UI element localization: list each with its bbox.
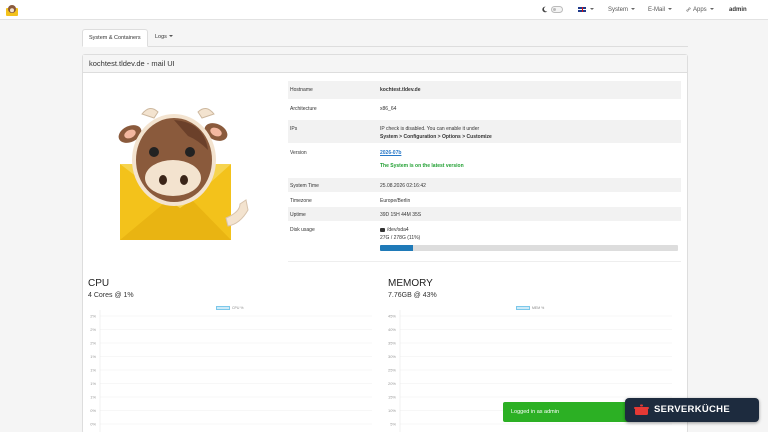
hostname-value: kochtest.tldev.de [380,87,421,93]
panel-title: kochtest.tldev.de - mail UI [83,55,687,73]
toast-message: Logged in as admin [511,409,560,415]
chevron-down-icon [631,8,636,10]
info-row-uptime: Uptime 39D 15H 44M 35S [288,207,681,222]
cooking-pot-icon [634,404,649,415]
y-tick-label: 2% [90,314,96,319]
ips-label: IPs [290,126,298,132]
info-row-hostname: Hostname kochtest.tldev.de [288,81,681,100]
chevron-down-icon [168,35,173,37]
hard-drive-icon [380,227,385,232]
nav-system-label: System [608,7,629,13]
architecture-label: Architecture [290,106,317,112]
tab-logs[interactable]: Logs [150,29,178,47]
y-tick-label: 40% [388,327,396,332]
info-row-disk-usage: Disk usage /dev/sda4 27G / 278G (11%) [288,222,681,262]
cpu-subtitle: 4 Cores @ 1% [88,292,134,299]
chevron-down-icon [668,8,673,10]
cpu-chart: 2% 2% 2% 1% 1% 1% 1% 0% 0% [90,310,372,432]
tab-label: System & Containers [89,35,141,41]
nav-user-label: admin [729,7,747,13]
mailcow-logo-icon[interactable] [5,3,19,17]
y-tick-label: 35% [388,341,396,346]
disk-usage-progress-bar [380,245,413,251]
y-tick-label: 0% [90,408,96,413]
info-row-system-time: System Time 25.08.2026 02:16:42 [288,178,681,193]
y-tick-label: 1% [90,395,96,400]
tab-system-containers[interactable]: System & Containers [82,29,148,47]
disk-usage-value: 27G / 278G (11%) [380,235,421,241]
hostname-label: Hostname [290,87,313,93]
moon-icon [542,6,548,13]
timezone-label: Timezone [290,198,312,204]
chevron-down-icon [709,8,714,10]
y-tick-label: 2% [90,341,96,346]
y-tick-label: 1% [90,368,96,373]
architecture-value: x86_64 [380,106,397,112]
dark-mode-toggle[interactable] [551,6,563,13]
uk-flag-icon [578,7,586,12]
nav-email-menu[interactable]: E-Mail [648,0,673,20]
top-navbar: System E-Mail Apps admin [0,0,768,20]
info-row-ips: IPs IP check is disabled. You can enable… [288,120,681,144]
memory-title: MEMORY [388,278,433,289]
link-icon [686,6,691,12]
y-tick-label: 1% [90,381,96,386]
tab-label: Logs [155,34,167,40]
y-tick-label: 30% [388,354,396,359]
y-tick-label: 10% [388,408,396,413]
y-tick-label: 1% [90,354,96,359]
y-tick-label: 20% [388,381,396,386]
y-tick-label: 45% [388,314,396,319]
disk-usage-label: Disk usage [290,227,315,233]
y-tick-label: 2% [90,327,96,332]
nav-user-menu[interactable]: admin [729,0,747,20]
disk-usage-progress [380,245,678,251]
y-tick-label: 5% [390,422,396,427]
version-label: Version [290,150,307,156]
version-link[interactable]: 2026-07b [380,150,401,156]
nav-apps-menu[interactable]: Apps [686,0,714,20]
uptime-label: Uptime [290,212,306,218]
memory-subtitle: 7.76GB @ 43% [388,292,437,299]
serverkueche-badge[interactable]: SERVERKÜCHE [625,398,759,422]
language-dropdown[interactable] [578,0,594,20]
disk-device-name: /dev/sda4 [387,227,409,233]
y-tick-label: 25% [388,368,396,373]
system-time-label: System Time [290,183,319,189]
timezone-value: Europe/Berlin [380,198,411,204]
ips-value-line2: System > Configuration > Options > Custo… [380,134,492,140]
uptime-value: 39D 15H 44M 35S [380,212,422,218]
info-row-version: Version 2026-07b The System is on the la… [288,144,681,176]
cpu-title: CPU [88,278,110,289]
nav-email-label: E-Mail [648,7,666,13]
disk-device: /dev/sda4 [380,227,409,233]
version-status: The System is on the latest version [380,163,464,169]
info-row-architecture: Architecture x86_64 [288,100,681,119]
y-tick-label: 15% [388,395,396,400]
system-time-value: 25.08.2026 02:16:42 [380,183,426,189]
ips-value-line1: IP check is disabled. You can enable it … [380,126,480,132]
mailcow-mascot-image [118,108,249,240]
info-row-timezone: Timezone Europe/Berlin [288,193,681,208]
chevron-down-icon [590,8,594,10]
badge-label: SERVERKÜCHE [654,404,730,415]
nav-apps-label: Apps [693,7,707,13]
nav-system-menu[interactable]: System [608,0,636,20]
y-tick-label: 0% [90,422,96,427]
